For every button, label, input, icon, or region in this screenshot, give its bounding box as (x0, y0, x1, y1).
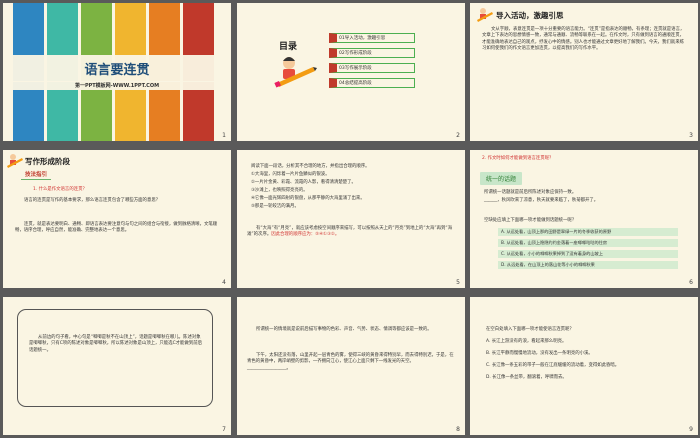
slide-1-title: 语言要连贯 (3, 55, 231, 82)
slide-9-option-a[interactable]: A. 长江上游没有的浪，看起来那么明亮。 (486, 339, 686, 345)
pencil-kid-illustration (274, 57, 317, 88)
slide-8-thumbnail[interactable]: 所谓统一的情境就是说前后描写事物的色彩、声音、气势、状态、情调等都应该是一致的。… (237, 297, 465, 435)
slide-number: 7 (222, 426, 226, 433)
option-d[interactable]: D. 从远处看，在山顶上的落山花等小小的唧唧秋果 (498, 261, 678, 269)
slide-6-thumbnail[interactable]: 2. 作文时如何才能做到语言连贯呢？ 统一的话题 所谓统一话题就是前后所陈述对象… (470, 150, 698, 288)
slide-6-example: ______，秋风吹来了凉意，秋天就要来临了，秋菊都开了。 (484, 198, 599, 203)
slide-3-heading: 导入活动，激趣引思 (496, 11, 564, 20)
pencil-kid-icon (7, 154, 23, 168)
pencil-kid-icon (477, 8, 493, 22)
slide-1-subtitle: 第一PPT模板网-WWW.1PPT.COM (3, 81, 231, 90)
slide-5-line-2: ②一片片金黄、彩霞、流霞的人影，看得清清楚楚了。 (251, 180, 356, 185)
slide-9-option-b[interactable]: B. 长江平静而慢慢地流动，没有发出一条明亮的小溪。 (486, 351, 686, 357)
slide-5-line-4: ④它像一面光辉四射的银盘，从那平静的大海里涌了出来。 (251, 196, 365, 201)
slide-9-thumbnail[interactable]: 在空白处填入下面哪一项才能使语言连贯呢？ A. 长江上游没有的浪，看起来那么明亮… (470, 297, 698, 435)
slide-4-para1: 语言的连贯是写作的基本要求，那么语言连贯包含了哪些方面的意思？ (24, 198, 161, 203)
slide-3-thumbnail[interactable]: 导入活动，激趣引思 文从字顺，表意连贯是一项十分重要的语言能力。“连贯”是指表达… (470, 3, 698, 141)
slide-7-text: 从前边的句子看，中心句是“唧唧是秋不在山顶上”，话题是唧唧秋在哪儿。陈述对象是唧… (29, 335, 202, 353)
slide-8-para2: 下午，太阳还没有落，山里开起一层青色的雾，使得三峡的黄昏来得特别早，而去得特别迟… (247, 353, 455, 372)
slide-5-line-3: ③沙滩上，也映照得亮亮的。 (251, 188, 308, 193)
slide-6-example2: 空缺处应填上下面哪一项才能做到话题统一呢？ (484, 218, 577, 223)
answer-blank: __________________。 (247, 365, 291, 371)
para2-text: 下午，太阳还没有落，山里开起一层青色的雾，使得三峡的黄昏来得特别早，而去得特别迟… (247, 353, 454, 365)
option-b[interactable]: B. 从远处看，山顶上隐隐约约金落着一座唧唧咕咕的住房 (498, 239, 678, 247)
slide-2-thumbnail[interactable]: 目录 01导入活动，激趣引思 02写作形成阶段 03写作展示阶段 04总结提高阶… (237, 3, 465, 141)
slide-5-intro: 阅读下面一段话，分析其不合理的地方，并指出合理的顺序。 (251, 164, 370, 169)
slide-7-thumbnail[interactable]: 从前边的句子看，中心句是“唧唧是秋不在山顶上”，话题是唧唧秋在哪儿。陈述对象是唧… (3, 297, 231, 435)
slide-4-para2: 连贯，就是表达要明白、通畅、即语言表达要注意句与句之间的组合与衔接，做到脉络清晰… (15, 222, 218, 234)
explanation-box (17, 309, 213, 407)
slide-4-thumbnail[interactable]: 写作形成阶段 技法指引 1. 什么是作文语言的连贯？ 语言的连贯是写作的基本要求… (3, 150, 231, 288)
slide-5-line-5: ⑤那是一轮皎洁的满月。 (251, 204, 299, 209)
slide-9-option-c[interactable]: C. 长江像一条五彩的带子一般在江底缓缓的流动着，变得如此昏暗。 (486, 363, 686, 369)
technique-tag: 技法指引 (21, 169, 52, 180)
option-c[interactable]: C. 从远处看，小小的唧唧秋果掉到了没有着身的山坡上 (498, 250, 678, 258)
slide-number: 6 (689, 279, 693, 286)
slide-number: 3 (689, 132, 693, 139)
slide-number: 9 (689, 426, 693, 433)
slide-number: 5 (456, 279, 460, 286)
toc-item-3[interactable]: 03写作展示阶段 (329, 63, 415, 73)
slide-number: 4 (222, 279, 226, 286)
option-a[interactable]: A. 从远处看，山顶上那的田野是翠绿一片的冬季收获的原野 (498, 228, 678, 236)
slide-5-thumbnail[interactable]: 阅读下面一段话，分析其不合理的地方，并指出合理的顺序。 ①大海里，闪烁着一片片鱼… (237, 150, 465, 288)
toc-item-1[interactable]: 01导入活动，激趣引思 (329, 33, 415, 43)
slide-5-line-1: ①大海里，闪烁着一片片鱼鳞似的银波。 (251, 172, 330, 177)
toc-item-2[interactable]: 02写作形成阶段 (329, 48, 415, 58)
slide-number: 2 (456, 132, 460, 139)
answer-value: ⑤④①③②。 (315, 232, 340, 238)
slide-8-para1: 所谓统一的情境就是说前后描写事物的色彩、声音、气势、状态、情调等都应该是一致的。 (256, 327, 432, 332)
slide-9-question: 在空白处填入下面哪一项才能使语言连贯呢？ (486, 327, 574, 332)
slide-6-question: 2. 作文时如何才能做到语言连贯呢？ (482, 156, 554, 161)
slide-4-question: 1. 什么是作文语言的连贯？ (33, 187, 87, 192)
slide-3-body: 文从字顺，表意连贯是一项十分重要的语言能力。“连贯”是指表达的顺畅，有条理；连贯… (482, 27, 685, 52)
toc-title: 目录 (279, 42, 298, 52)
toc-item-4[interactable]: 04总结提高阶段 (329, 78, 415, 88)
slide-6-para: 所谓统一话题就是前后所陈述对象应保持一致。 (484, 190, 577, 195)
answer-label: 因此合理的顺序应为： (271, 232, 316, 238)
slide-1-thumbnail[interactable]: 语言要连贯 第一PPT模板网-WWW.1PPT.COM 1 (3, 3, 231, 141)
slide-number: 1 (222, 132, 226, 139)
slide-9-option-d[interactable]: D. 长江像一条丝带，翻滚着，呼啸而去。 (486, 375, 686, 381)
slide-sorter-grid: 语言要连贯 第一PPT模板网-WWW.1PPT.COM 1 目录 01导入活动，… (0, 0, 700, 438)
slide-number: 8 (456, 426, 460, 433)
slide-4-heading: 写作形成阶段 (25, 157, 70, 166)
slide-5-analysis: 有“大海”有“月亮”，就应该考虑按空间顺序来描写，可以按照从天上的“月亮”到地上… (247, 226, 455, 239)
topic-tag: 统一的话题 (480, 172, 523, 185)
